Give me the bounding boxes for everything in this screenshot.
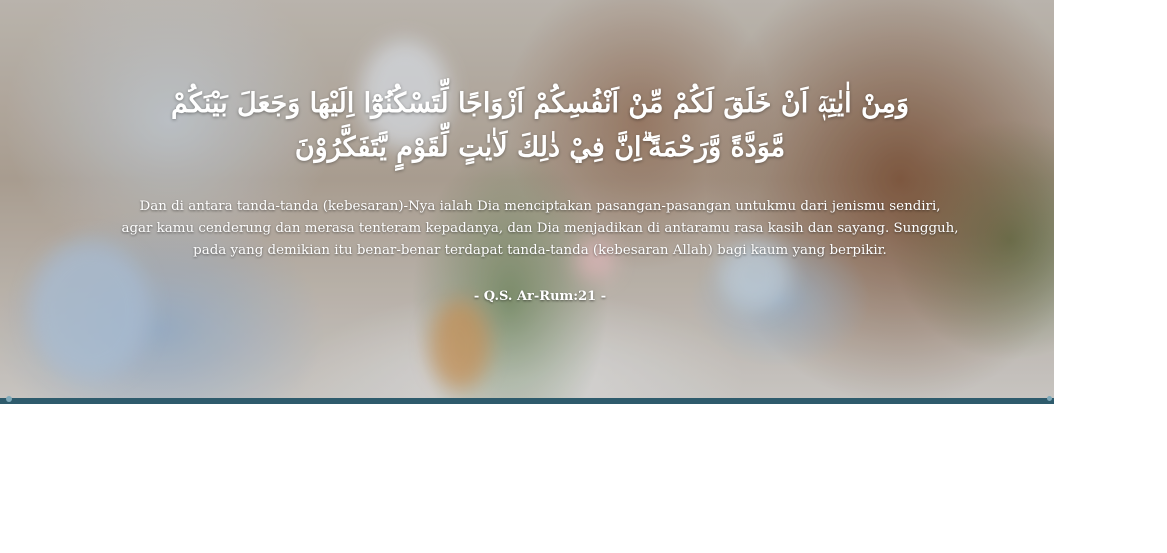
section-divider-bar bbox=[0, 396, 1054, 404]
translation-line: Dan di antara tanda-tanda (kebesaran)-Ny… bbox=[139, 199, 941, 214]
translation-line: pada yang demikian itu benar-benar terda… bbox=[193, 243, 887, 258]
verse-section: وَمِنْ اٰيٰتِهٖٓ اَنْ خَلَقَ لَكُمْ مِّن… bbox=[0, 0, 1054, 398]
verse-translation: Dan di antara tanda-tanda (kebesaran)-Ny… bbox=[100, 196, 980, 262]
page: وَمِنْ اٰيٰتِهٖٓ اَنْ خَلَقَ لَكُمْ مِّن… bbox=[0, 0, 1167, 553]
arabic-verse: وَمِنْ اٰيٰتِهٖٓ اَنْ خَلَقَ لَكُمْ مِّن… bbox=[170, 88, 910, 163]
verse-reference: - Q.S. Ar-Rum:21 - bbox=[473, 289, 607, 304]
divider-dot-icon bbox=[6, 396, 12, 402]
translation-line: agar kamu cenderung dan merasa tenteram … bbox=[121, 221, 959, 236]
divider-dot-icon bbox=[1047, 396, 1052, 401]
